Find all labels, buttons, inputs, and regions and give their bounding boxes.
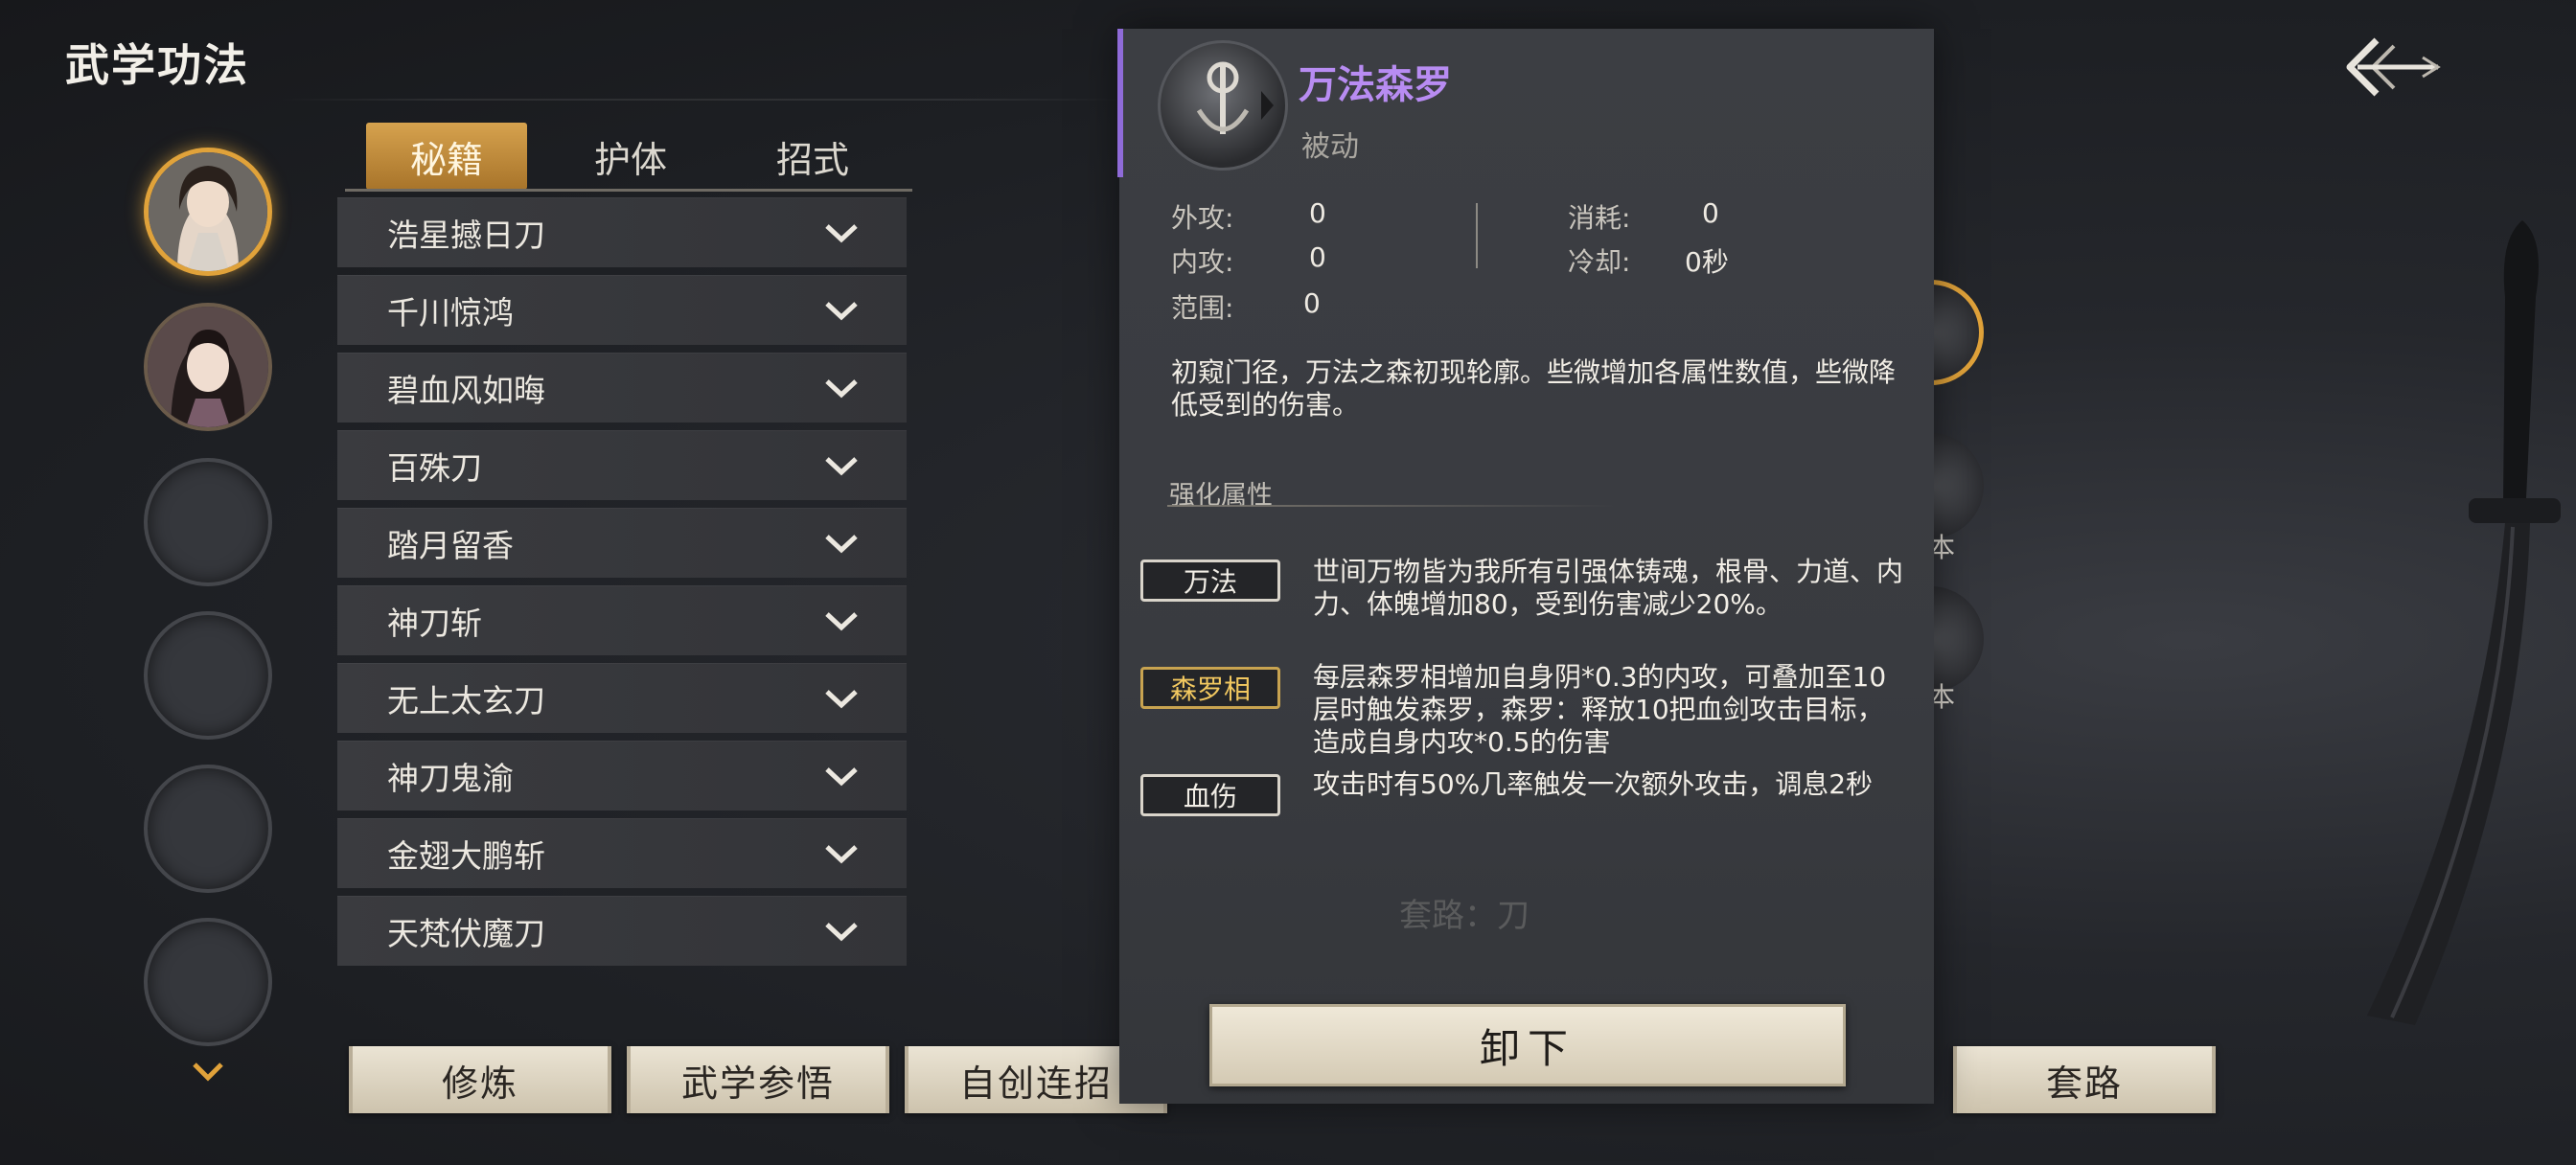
tab-moves[interactable]: 招式 bbox=[732, 123, 893, 190]
skill-item-label: 神刀鬼渝 bbox=[387, 760, 514, 797]
inner-attack-value: 0 bbox=[1309, 241, 1326, 273]
skill-item-label: 金翅大鹏斩 bbox=[387, 837, 545, 875]
stat-divider bbox=[1476, 203, 1478, 268]
list-item[interactable]: 碧血风如晦 bbox=[337, 353, 907, 423]
avatar-character-2[interactable] bbox=[144, 303, 272, 431]
list-item[interactable]: 天梵伏魔刀 bbox=[337, 896, 907, 966]
effect-tag-wanfa: 万法 bbox=[1140, 560, 1280, 602]
list-item[interactable]: 神刀斩 bbox=[337, 585, 907, 655]
cost-value: 0 bbox=[1702, 197, 1719, 229]
avatar-slot-empty[interactable] bbox=[144, 918, 272, 1046]
avatar-slot-empty[interactable] bbox=[144, 458, 272, 586]
chevron-down-icon bbox=[825, 767, 858, 787]
avatar-slot-empty[interactable] bbox=[144, 765, 272, 893]
page-title: 武学功法 bbox=[65, 39, 249, 91]
list-item[interactable]: 神刀鬼渝 bbox=[337, 741, 907, 811]
outer-attack-label: 外攻: bbox=[1171, 202, 1234, 234]
chevron-down-icon bbox=[825, 535, 858, 554]
list-item[interactable]: 金翅大鹏斩 bbox=[337, 818, 907, 888]
effect-text: 攻击时有50%几率触发一次额外攻击，调息2秒 bbox=[1313, 768, 1874, 800]
chevron-down-icon bbox=[825, 302, 858, 321]
cost-label: 消耗: bbox=[1568, 202, 1631, 234]
chevron-down-icon bbox=[825, 224, 858, 243]
list-item[interactable]: 浩星撼日刀 bbox=[337, 197, 907, 267]
cooldown-label: 冷却: bbox=[1568, 246, 1631, 278]
chevron-down-icon bbox=[825, 690, 858, 709]
panel-accent-bar bbox=[1117, 29, 1123, 177]
effect-text: 每层森罗相增加自身阴*0.3的内攻，可叠加至10层时触发森罗，森罗：释放10把血… bbox=[1313, 661, 1887, 758]
skill-item-label: 千川惊鸿 bbox=[387, 294, 514, 331]
weapon-display bbox=[2300, 182, 2568, 1044]
header-divider bbox=[278, 99, 1121, 101]
tab-underline bbox=[345, 189, 912, 192]
skill-description: 初窥门径，万法之森初现轮廓。些微增加各属性数值，些微降低受到的伤害。 bbox=[1171, 356, 1897, 421]
tab-body-guard[interactable]: 护体 bbox=[550, 123, 711, 190]
list-item[interactable]: 踏月留香 bbox=[337, 508, 907, 578]
range-label: 范围: bbox=[1171, 292, 1234, 324]
list-item[interactable]: 千川惊鸿 bbox=[337, 275, 907, 345]
chevron-down-icon bbox=[825, 612, 858, 631]
skill-name: 万法森罗 bbox=[1299, 63, 1452, 107]
skill-list: 浩星撼日刀 千川惊鸿 碧血风如晦 百殊刀 踏月留香 神刀斩 无上太玄刀 神刀鬼渝… bbox=[337, 197, 907, 973]
cultivate-button[interactable]: 修炼 bbox=[349, 1046, 611, 1113]
enhance-divider bbox=[1167, 505, 1618, 507]
outer-attack-value: 0 bbox=[1309, 197, 1326, 229]
skill-item-label: 碧血风如晦 bbox=[387, 372, 545, 409]
skill-emblem-icon bbox=[1158, 40, 1288, 171]
skill-item-label: 神刀斩 bbox=[387, 605, 482, 642]
range-value: 0 bbox=[1303, 287, 1321, 319]
unequip-button[interactable]: 卸下 bbox=[1209, 1004, 1846, 1086]
cooldown-value: 0秒 bbox=[1685, 246, 1729, 278]
tab-secret-manual[interactable]: 秘籍 bbox=[366, 123, 527, 190]
chevron-down-icon bbox=[825, 923, 858, 942]
route-button[interactable]: 套路 bbox=[1953, 1046, 2216, 1113]
chevron-down-icon bbox=[825, 457, 858, 476]
list-item[interactable]: 百殊刀 bbox=[337, 430, 907, 500]
effect-text: 世间万物皆为我所有引强体铸魂，根骨、力道、内力、体魄增加80，受到伤害减少20%… bbox=[1313, 556, 1904, 620]
chevron-down-icon bbox=[825, 379, 858, 399]
skill-item-label: 天梵伏魔刀 bbox=[387, 915, 545, 952]
skill-item-label: 浩星撼日刀 bbox=[387, 217, 545, 254]
chevron-down-icon[interactable] bbox=[192, 1059, 224, 1084]
avatar-character-1[interactable] bbox=[144, 148, 272, 276]
skill-item-label: 踏月留香 bbox=[387, 527, 514, 564]
skill-item-label: 百殊刀 bbox=[387, 449, 482, 487]
inner-attack-label: 内攻: bbox=[1171, 246, 1234, 278]
chevron-down-icon bbox=[825, 845, 858, 864]
effect-tag-xueshang: 血伤 bbox=[1140, 774, 1280, 816]
skill-item-label: 无上太玄刀 bbox=[387, 682, 545, 720]
avatar-slot-empty[interactable] bbox=[144, 611, 272, 740]
skill-type: 被动 bbox=[1301, 130, 1359, 164]
back-arrow-icon[interactable] bbox=[2338, 29, 2444, 105]
list-item[interactable]: 无上太玄刀 bbox=[337, 663, 907, 733]
effect-tag-senluoxiang: 森罗相 bbox=[1140, 667, 1280, 709]
martial-insight-button[interactable]: 武学参悟 bbox=[627, 1046, 889, 1113]
route-label-faded: 套路：刀 bbox=[1399, 897, 1530, 935]
